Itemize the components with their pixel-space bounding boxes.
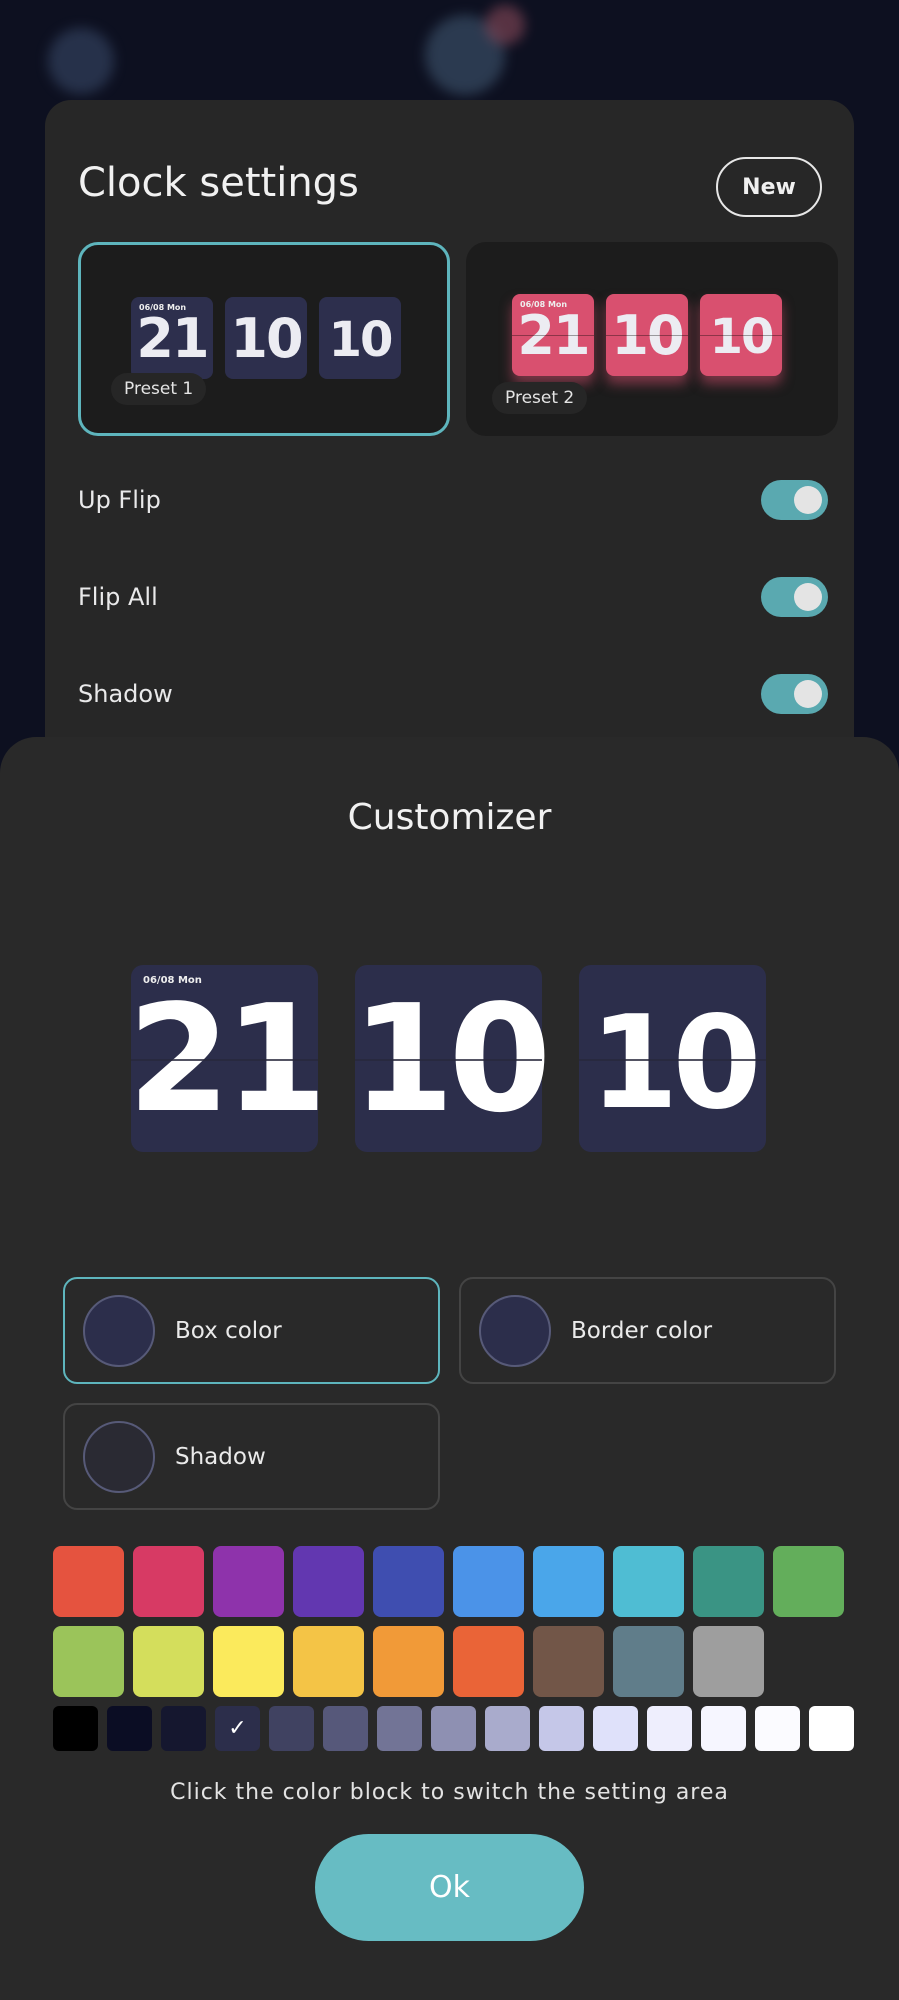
toggle-row-flip-all: Flip All: [78, 572, 828, 622]
color-swatch[interactable]: [693, 1546, 764, 1617]
clock-settings-card: Clock settings New 06/08 Mon 21 10 10 Pr…: [45, 100, 854, 800]
preset-digit: 21: [136, 306, 209, 370]
background-bokeh: [48, 28, 114, 94]
color-swatch[interactable]: ✓: [215, 1706, 260, 1751]
clock-preview: 06/08 Mon 21 10 10: [128, 965, 766, 1152]
ok-button[interactable]: Ok: [315, 1834, 584, 1941]
box-color-swatch: [83, 1294, 155, 1367]
option-label: Shadow: [175, 1443, 266, 1470]
toggle-knob: [794, 680, 822, 708]
preset-date: 06/08 Mon: [139, 303, 187, 312]
color-swatch[interactable]: [213, 1626, 284, 1697]
preview-date: 06/08 Mon: [143, 975, 202, 986]
preset-digit: 10: [230, 306, 303, 370]
color-swatch[interactable]: [647, 1706, 692, 1751]
color-swatch[interactable]: [323, 1706, 368, 1751]
color-swatch[interactable]: [373, 1546, 444, 1617]
color-swatch[interactable]: [809, 1706, 854, 1751]
color-swatch[interactable]: [161, 1706, 206, 1751]
preset-digit-box: 10: [319, 297, 401, 379]
color-swatch[interactable]: [373, 1626, 444, 1697]
preview-hour-box: 06/08 Mon 21: [128, 965, 327, 1152]
color-swatch[interactable]: [377, 1706, 422, 1751]
color-swatch[interactable]: [485, 1706, 530, 1751]
shadow-color-swatch: [83, 1420, 155, 1493]
color-swatch[interactable]: [53, 1706, 98, 1751]
option-label: Box color: [175, 1317, 282, 1344]
preview-minute-box: 10: [352, 965, 551, 1152]
toggle-label: Shadow: [78, 680, 173, 708]
up-flip-toggle[interactable]: [761, 480, 828, 520]
border-color-swatch: [479, 1294, 551, 1367]
color-swatch[interactable]: [593, 1706, 638, 1751]
color-swatch[interactable]: [431, 1706, 476, 1751]
background-bokeh: [485, 5, 525, 45]
color-swatch[interactable]: [213, 1546, 284, 1617]
preset-digit: 10: [709, 309, 775, 365]
color-swatch[interactable]: [453, 1626, 524, 1697]
color-swatch[interactable]: [53, 1626, 124, 1697]
color-swatch[interactable]: [613, 1626, 684, 1697]
preset-digit-box: 10: [606, 294, 688, 376]
color-swatch[interactable]: [133, 1626, 204, 1697]
check-icon: ✓: [228, 1716, 247, 1741]
new-preset-button[interactable]: New: [716, 157, 822, 217]
preset-2-card[interactable]: 06/08 Mon 21 10 10 Preset 2: [466, 242, 838, 436]
toggle-row-up-flip: Up Flip: [78, 475, 828, 525]
preset-1-digits: 06/08 Mon 21 10 10: [131, 297, 401, 379]
color-swatch[interactable]: [269, 1706, 314, 1751]
preset-label: Preset 1: [111, 373, 207, 405]
color-swatch[interactable]: [755, 1706, 800, 1751]
box-color-option[interactable]: Box color: [63, 1277, 440, 1384]
toggle-knob: [794, 486, 822, 514]
page-title: Clock settings: [78, 160, 359, 206]
color-swatch[interactable]: [53, 1546, 124, 1617]
color-swatch[interactable]: [533, 1546, 604, 1617]
color-swatch[interactable]: [133, 1546, 204, 1617]
preset-digit-box: 10: [700, 294, 782, 376]
preset-digit-box: 06/08 Mon 21: [512, 294, 594, 376]
color-swatch[interactable]: [293, 1626, 364, 1697]
toggle-label: Flip All: [78, 583, 158, 611]
shadow-toggle[interactable]: [761, 674, 828, 714]
color-swatch[interactable]: [293, 1546, 364, 1617]
preset-label: Preset 2: [492, 382, 588, 414]
color-swatch[interactable]: [613, 1546, 684, 1617]
preset-digit-box: 10: [225, 297, 307, 379]
toggle-label: Up Flip: [78, 486, 161, 514]
color-swatch[interactable]: [539, 1706, 584, 1751]
preset-2-digits: 06/08 Mon 21 10 10: [512, 294, 782, 376]
preset-1-card[interactable]: 06/08 Mon 21 10 10 Preset 1: [78, 242, 450, 436]
flip-all-toggle[interactable]: [761, 577, 828, 617]
customizer-title: Customizer: [347, 797, 552, 838]
color-swatch[interactable]: [701, 1706, 746, 1751]
preset-date: 06/08 Mon: [520, 300, 568, 309]
color-swatch[interactable]: [773, 1546, 844, 1617]
palette-row-3: ✓: [53, 1706, 854, 1751]
border-color-option[interactable]: Border color: [459, 1277, 836, 1384]
shadow-color-option[interactable]: Shadow: [63, 1403, 440, 1510]
toggle-knob: [794, 583, 822, 611]
palette-row-1: [53, 1546, 844, 1617]
preset-digit: 10: [328, 312, 394, 368]
option-label: Border color: [571, 1317, 713, 1344]
toggle-row-shadow: Shadow: [78, 669, 828, 719]
customizer-sheet: Customizer 06/08 Mon 21 10 10 Box color …: [0, 737, 899, 2000]
palette-row-2: [53, 1626, 764, 1697]
hint-text: Click the color block to switch the sett…: [170, 1780, 729, 1805]
preview-second: 10: [589, 989, 761, 1138]
preview-second-box: 10: [579, 965, 766, 1152]
color-swatch[interactable]: [533, 1626, 604, 1697]
color-swatch[interactable]: [453, 1546, 524, 1617]
color-swatch[interactable]: [107, 1706, 152, 1751]
preset-digit-box: 06/08 Mon 21: [131, 297, 213, 379]
color-swatch[interactable]: [693, 1626, 764, 1697]
